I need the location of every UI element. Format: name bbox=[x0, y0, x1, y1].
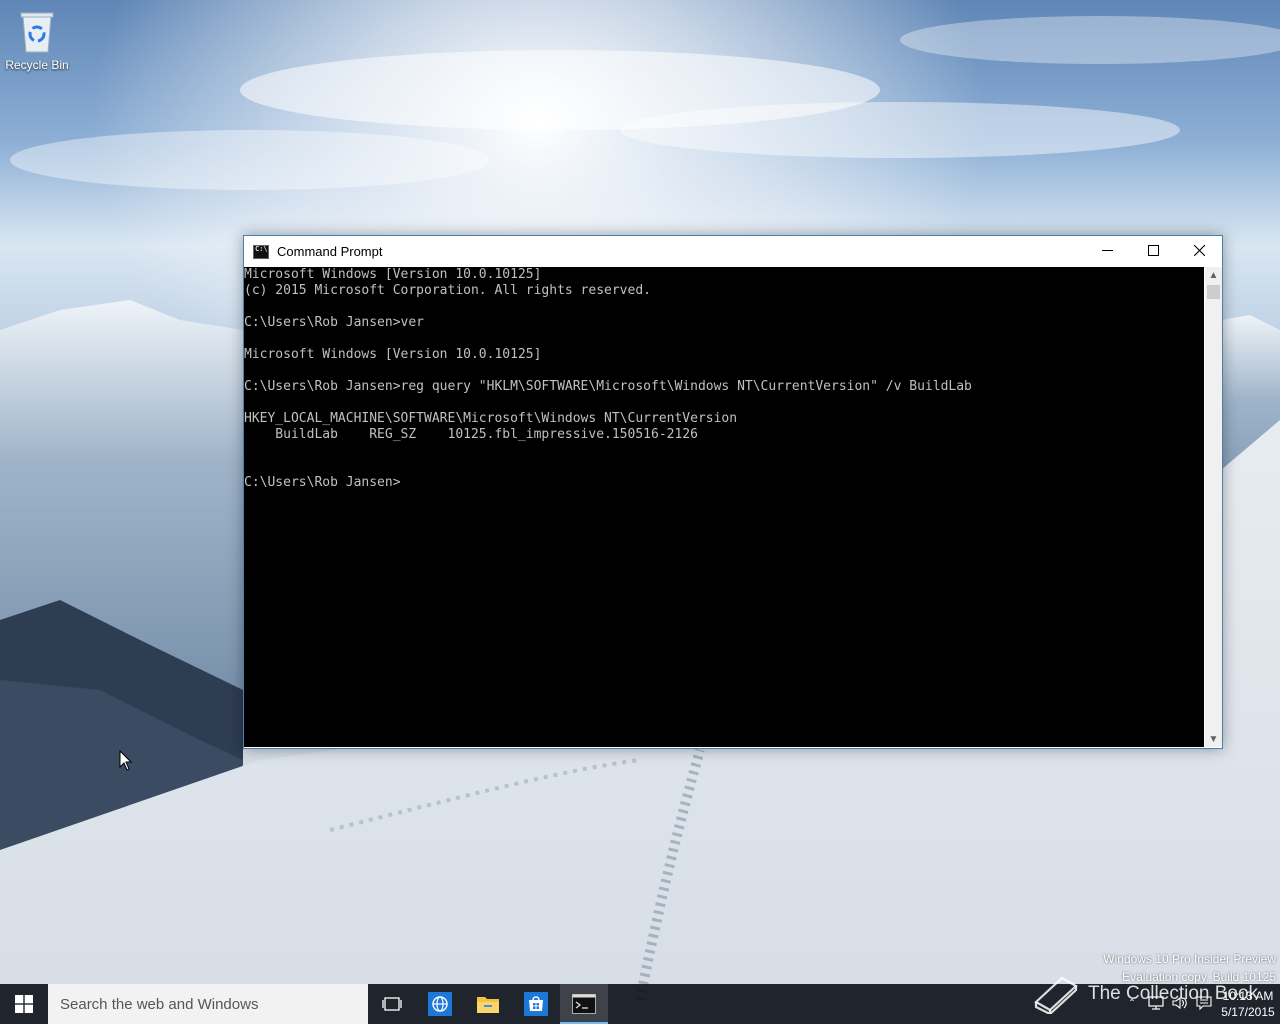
console-line: C:\Users\Rob Jansen>reg query "HKLM\SOFT… bbox=[244, 379, 972, 394]
chevron-down-icon: ▼ bbox=[1208, 733, 1219, 745]
browser-icon bbox=[428, 992, 452, 1016]
command-prompt-icon bbox=[253, 244, 269, 259]
window-controls bbox=[1084, 236, 1222, 265]
collection-book-watermark: The Collection Book bbox=[1032, 974, 1258, 1014]
minimize-button[interactable] bbox=[1084, 236, 1130, 265]
console-line: HKEY_LOCAL_MACHINE\SOFTWARE\Microsoft\Wi… bbox=[244, 411, 738, 426]
console-line: Microsoft Windows [Version 10.0.10125] bbox=[244, 347, 542, 362]
recycle-bin[interactable]: Recycle Bin bbox=[2, 6, 72, 72]
minimize-icon bbox=[1101, 250, 1113, 251]
title-bar[interactable]: Command Prompt bbox=[244, 236, 1222, 267]
command-prompt-window[interactable]: Command Prompt Microsoft Windows [Versio… bbox=[243, 235, 1223, 749]
maximize-icon bbox=[1147, 245, 1159, 256]
task-view-icon bbox=[382, 997, 402, 1011]
console-line: Microsoft Windows [Version 10.0.10125] bbox=[244, 267, 542, 282]
file-explorer-button[interactable] bbox=[464, 984, 512, 1024]
console-line: C:\Users\Rob Jansen>ver bbox=[244, 315, 425, 330]
search-box[interactable]: Search the web and Windows bbox=[48, 984, 368, 1024]
watermark-line-1: Windows 10 Pro Insider Preview bbox=[1103, 952, 1276, 966]
store-icon bbox=[524, 992, 548, 1016]
maximize-button[interactable] bbox=[1130, 236, 1176, 265]
book-icon bbox=[1034, 976, 1078, 1014]
scroll-up-button[interactable]: ▲ bbox=[1205, 267, 1222, 283]
console-line: BuildLab REG_SZ 10125.fbl_impressive.150… bbox=[244, 427, 698, 442]
recycle-bin-label: Recycle Bin bbox=[5, 58, 69, 72]
scroll-thumb[interactable] bbox=[1207, 285, 1220, 299]
command-prompt-taskbar-button[interactable] bbox=[560, 984, 608, 1024]
close-icon bbox=[1193, 245, 1205, 256]
recycle-bin-icon bbox=[17, 8, 57, 56]
window-title: Command Prompt bbox=[277, 244, 383, 259]
vertical-scrollbar[interactable]: ▲ ▼ bbox=[1205, 267, 1222, 747]
search-placeholder: Search the web and Windows bbox=[60, 995, 259, 1013]
command-prompt-icon bbox=[572, 994, 596, 1014]
windows-logo-icon bbox=[15, 995, 33, 1013]
browser-button[interactable] bbox=[416, 984, 464, 1024]
chevron-up-icon: ▲ bbox=[1208, 269, 1219, 281]
mouse-cursor-icon bbox=[119, 750, 133, 771]
start-button[interactable] bbox=[0, 984, 48, 1024]
console-line: (c) 2015 Microsoft Corporation. All righ… bbox=[244, 283, 651, 298]
close-button[interactable] bbox=[1176, 236, 1222, 265]
collection-book-text: The Collection Book bbox=[1088, 983, 1259, 1004]
console-output[interactable]: Microsoft Windows [Version 10.0.10125] (… bbox=[244, 267, 1204, 747]
store-button[interactable] bbox=[512, 984, 560, 1024]
scroll-down-button[interactable]: ▼ bbox=[1205, 731, 1222, 747]
task-view-button[interactable] bbox=[368, 984, 416, 1024]
file-explorer-icon bbox=[477, 997, 499, 1013]
console-prompt-line[interactable]: C:\Users\Rob Jansen> bbox=[244, 475, 1204, 491]
